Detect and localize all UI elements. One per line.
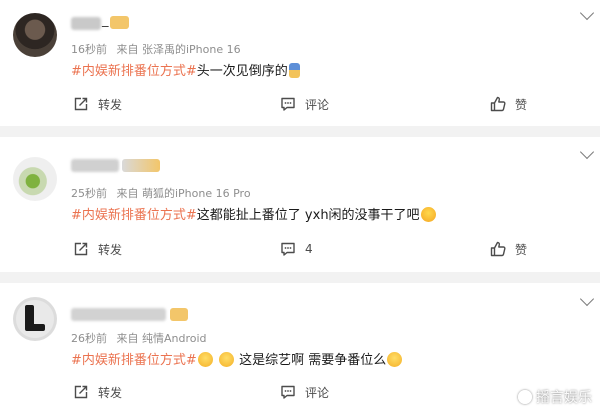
repost-label: 转发 [98,242,123,257]
post-text: 这是综艺啊 需要争番位么 [239,353,387,368]
like-label: 赞 [515,97,528,112]
repost-button[interactable]: 转发 [73,382,122,402]
post-content: #内娱新排番位方式# 这是综艺啊 需要争番位么 [71,349,403,368]
like-icon [490,96,506,112]
post-time: 26秒前 [71,332,107,345]
repost-button[interactable]: 转发 [73,94,122,114]
user-badge [110,16,129,29]
watermark-text: 播言娱乐 [536,390,592,406]
post-card-2: 25秒前 来自 萌狐的iPhone 16 Pro #内娱新排番位方式#这都能扯上… [0,137,600,272]
action-bar: 转发 4 赞 [0,239,600,259]
comment-icon [281,385,295,399]
repost-icon [74,97,88,111]
avatar[interactable] [13,13,57,57]
comment-button[interactable]: 评论 [280,94,329,114]
post-meta: 25秒前 来自 萌狐的iPhone 16 Pro [71,185,251,201]
repost-label: 转发 [98,385,123,400]
comment-label: 评论 [305,97,330,112]
username-blurred[interactable] [71,159,119,172]
user-badge [170,308,188,321]
user-badge [122,159,160,172]
more-chevron-icon[interactable] [579,291,595,307]
post-time: 16秒前 [71,43,107,56]
action-bar: 转发 评论 赞 [0,94,600,114]
hashtag-link[interactable]: #内娱新排番位方式# [71,208,197,223]
avatar[interactable] [13,297,57,341]
like-button[interactable]: 赞 [490,239,527,259]
post-text: 头一次见倒序的 [196,64,288,79]
comment-label: 评论 [305,385,330,400]
comment-icon [281,242,295,256]
post-source: 来自 萌狐的iPhone 16 Pro [116,187,251,200]
watermark: 播言娱乐 [518,387,592,407]
post-time: 25秒前 [71,187,107,200]
action-bar: 转发 评论 [0,382,600,402]
post-meta: 16秒前 来自 张泽禹的iPhone 16 [71,41,241,57]
more-chevron-icon[interactable] [579,144,595,160]
post-content: #内娱新排番位方式#头一次见倒序的 [71,60,301,79]
post-content: #内娱新排番位方式#这都能扯上番位了 yxh闲的没事干了吧 [71,204,437,223]
post-source: 来自 张泽禹的iPhone 16 [116,43,241,56]
username-suffix: _ [102,13,109,28]
repost-icon [74,385,88,399]
watermark-logo-icon [518,390,532,404]
post-card-3: 26秒前 来自 纯情Android #内娱新排番位方式# 这是综艺啊 需要争番位… [0,283,600,413]
shush-emoji-icon [218,352,234,367]
repost-icon [74,242,88,256]
hashtag-link[interactable]: #内娱新排番位方式# [71,353,197,368]
laugh-emoji-icon [420,207,436,222]
like-button[interactable]: 赞 [490,94,527,114]
repost-label: 转发 [98,97,123,112]
comment-button[interactable]: 4 [280,239,313,259]
post-meta: 26秒前 来自 纯情Android [71,330,207,346]
post-source: 来自 纯情Android [116,332,207,345]
shush-emoji-icon [197,352,213,367]
comment-count: 4 [305,242,313,256]
hashtag-link[interactable]: #内娱新排番位方式# [71,64,197,79]
avatar[interactable] [13,157,57,201]
shush-emoji-icon [387,352,403,367]
username-blurred[interactable] [71,308,166,321]
post-text: 这都能扯上番位了 yxh闲的没事干了吧 [196,208,420,223]
like-icon [490,241,506,257]
repost-button[interactable]: 转发 [73,239,122,259]
username-blurred[interactable] [71,17,101,30]
like-label: 赞 [515,242,528,257]
comment-icon [281,97,295,111]
comment-button[interactable]: 评论 [280,382,329,402]
more-chevron-icon[interactable] [579,5,595,21]
post-card-1: _ 16秒前 来自 张泽禹的iPhone 16 #内娱新排番位方式#头一次见倒序… [0,0,600,126]
person-emoji-icon [288,63,300,78]
